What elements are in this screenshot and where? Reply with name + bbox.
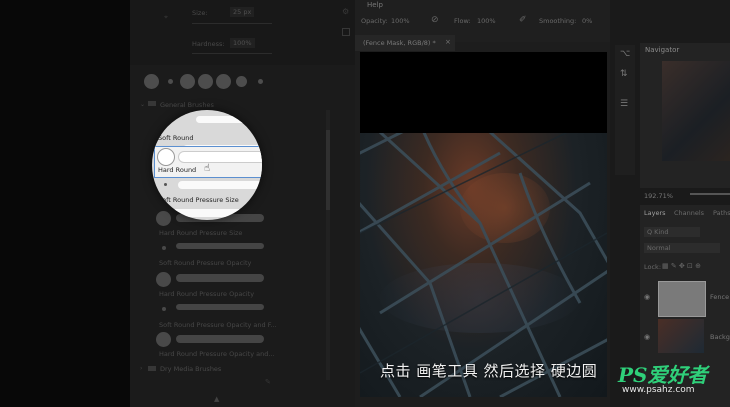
airbrush-icon[interactable]: ✐ bbox=[519, 15, 527, 25]
layer-name[interactable]: Backg bbox=[710, 333, 730, 341]
site-watermark: PS爱好者 www.psahz.com bbox=[618, 365, 707, 396]
blend-mode-select[interactable]: Normal bbox=[644, 243, 720, 253]
lock-label: Lock: bbox=[644, 263, 662, 271]
layer-name[interactable]: Fence bbox=[710, 293, 729, 301]
preset-soft-round-pressure-size[interactable]: Soft Round Pressure Size bbox=[158, 196, 239, 204]
cursor-hand-icon: ☝ bbox=[204, 163, 211, 174]
layer-thumbnail[interactable] bbox=[658, 281, 706, 317]
brush-preview-stroke bbox=[172, 209, 252, 217]
kind-filter[interactable]: Q Kind bbox=[644, 227, 700, 237]
magnifier-callout: Soft Round Hard Round ☝ Soft Round Press… bbox=[152, 110, 262, 220]
watermark-brand: PS爱好者 bbox=[618, 363, 708, 387]
brush-preview-stroke bbox=[196, 116, 262, 123]
navigator-thumbnail[interactable] bbox=[662, 61, 730, 161]
navigator-title: Navigator bbox=[645, 46, 680, 54]
lock-icons[interactable]: ▦ ✎ ✥ ⊡ ⊕ bbox=[662, 262, 701, 270]
zoom-value[interactable]: 192.71% bbox=[644, 192, 673, 200]
tab-paths[interactable]: Paths bbox=[713, 209, 730, 217]
document-tab-title: (Fence Mask, RGB/8) * bbox=[363, 39, 436, 47]
adjustments-icon[interactable]: ☰ bbox=[620, 99, 628, 109]
eye-icon[interactable]: ◉ bbox=[644, 333, 650, 341]
close-icon[interactable]: × bbox=[445, 38, 451, 46]
preset-hard-round[interactable]: Hard Round bbox=[158, 166, 196, 174]
zoom-slider[interactable] bbox=[690, 193, 730, 195]
layer-thumbnail[interactable] bbox=[658, 319, 704, 353]
tab-layers[interactable]: Layers bbox=[644, 209, 666, 217]
flow-value[interactable]: 100% bbox=[477, 17, 496, 25]
opacity-value[interactable]: 100% bbox=[391, 17, 410, 25]
document-tab[interactable]: (Fence Mask, RGB/8) * × bbox=[355, 35, 455, 51]
brush-preview-stroke bbox=[178, 151, 262, 163]
navigator-panel: Navigator 192.71% bbox=[640, 43, 730, 200]
menu-help[interactable]: Help bbox=[367, 1, 383, 9]
opacity-label: Opacity: bbox=[361, 17, 388, 25]
smoothing-label: Smoothing: bbox=[539, 17, 577, 25]
history-icon[interactable]: ⌥ bbox=[620, 49, 630, 59]
video-subtitle: 点击 画笔工具 然后选择 硬边圆 bbox=[380, 362, 598, 380]
image-canvas[interactable] bbox=[360, 52, 607, 397]
chain-link-fence bbox=[360, 133, 607, 397]
preset-soft-round[interactable]: Soft Round bbox=[158, 134, 193, 142]
panel-icon-strip: ⌥ ⇅ ☰ bbox=[615, 45, 635, 175]
smoothing-value[interactable]: 0% bbox=[582, 17, 592, 25]
toolbar-strip bbox=[0, 0, 130, 407]
brush-preview-tip bbox=[164, 183, 167, 186]
brush-preview-tip bbox=[157, 148, 175, 166]
tab-channels[interactable]: Channels bbox=[674, 209, 704, 217]
fence-photo bbox=[360, 133, 607, 397]
brush-preview-stroke bbox=[178, 181, 262, 189]
eye-icon[interactable]: ◉ bbox=[644, 293, 650, 301]
watermark-url: www.psahz.com bbox=[622, 385, 695, 395]
properties-icon[interactable]: ⇅ bbox=[620, 69, 628, 79]
flow-label: Flow: bbox=[454, 17, 471, 25]
pressure-opacity-icon[interactable]: ⊘ bbox=[431, 15, 439, 25]
